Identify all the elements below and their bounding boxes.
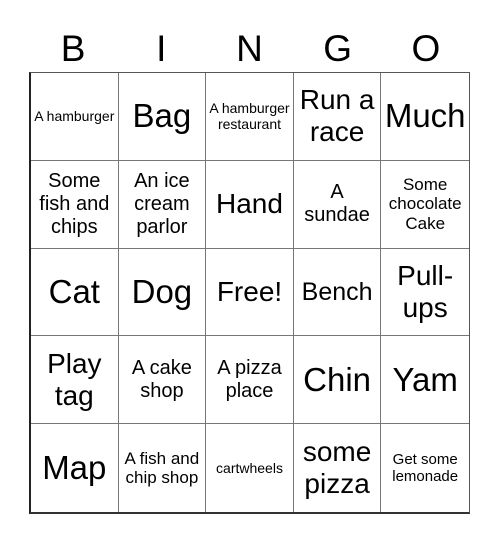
header-letter-i: I	[156, 27, 167, 69]
bingo-cell[interactable]: Play tag	[31, 336, 119, 425]
bingo-cell[interactable]: cartwheels	[206, 424, 294, 512]
header-letter-n: N	[236, 27, 263, 69]
bingo-cell[interactable]: A cake shop	[118, 336, 207, 425]
header-letter-b: B	[60, 27, 86, 69]
bingo-cell[interactable]: An ice cream parlor	[118, 160, 207, 249]
bingo-cell[interactable]: A hamburger	[31, 73, 119, 161]
bingo-cell[interactable]: some pizza	[294, 424, 382, 512]
bingo-cell[interactable]: Pull-ups	[381, 249, 469, 337]
header-letter-o: O	[411, 27, 441, 69]
bingo-cell[interactable]: Chin	[293, 336, 382, 425]
bingo-cell[interactable]: Yam	[381, 336, 469, 425]
bingo-cell[interactable]: Much	[381, 73, 469, 161]
bingo-cell[interactable]: Dog	[118, 248, 207, 337]
bingo-cell[interactable]: Map	[31, 424, 119, 512]
free-space-cell[interactable]: Free!	[206, 248, 294, 337]
header-letter-g: G	[323, 27, 353, 69]
bingo-cell[interactable]: A pizza place	[206, 336, 294, 425]
bingo-cell[interactable]: Bench	[293, 248, 382, 337]
bingo-cell[interactable]: A sundae	[293, 160, 382, 249]
bingo-cell[interactable]: Hand	[206, 160, 294, 249]
bingo-cell[interactable]: A fish and chip shop	[119, 424, 207, 512]
bingo-cell[interactable]: A hamburger restaurant	[206, 73, 294, 161]
bingo-cell[interactable]: Some chocolate Cake	[381, 161, 469, 249]
bingo-cell[interactable]: Get some lemonade	[381, 424, 469, 512]
bingo-header: B I N G O	[29, 24, 470, 72]
bingo-cell[interactable]: Bag	[118, 73, 207, 161]
bingo-cell[interactable]: Run a race	[293, 73, 382, 161]
bingo-cell[interactable]: Cat	[31, 248, 119, 337]
bingo-cell[interactable]: Some fish and chips	[31, 160, 119, 249]
bingo-board: A hamburger Bag A hamburger restaurant R…	[29, 72, 470, 514]
